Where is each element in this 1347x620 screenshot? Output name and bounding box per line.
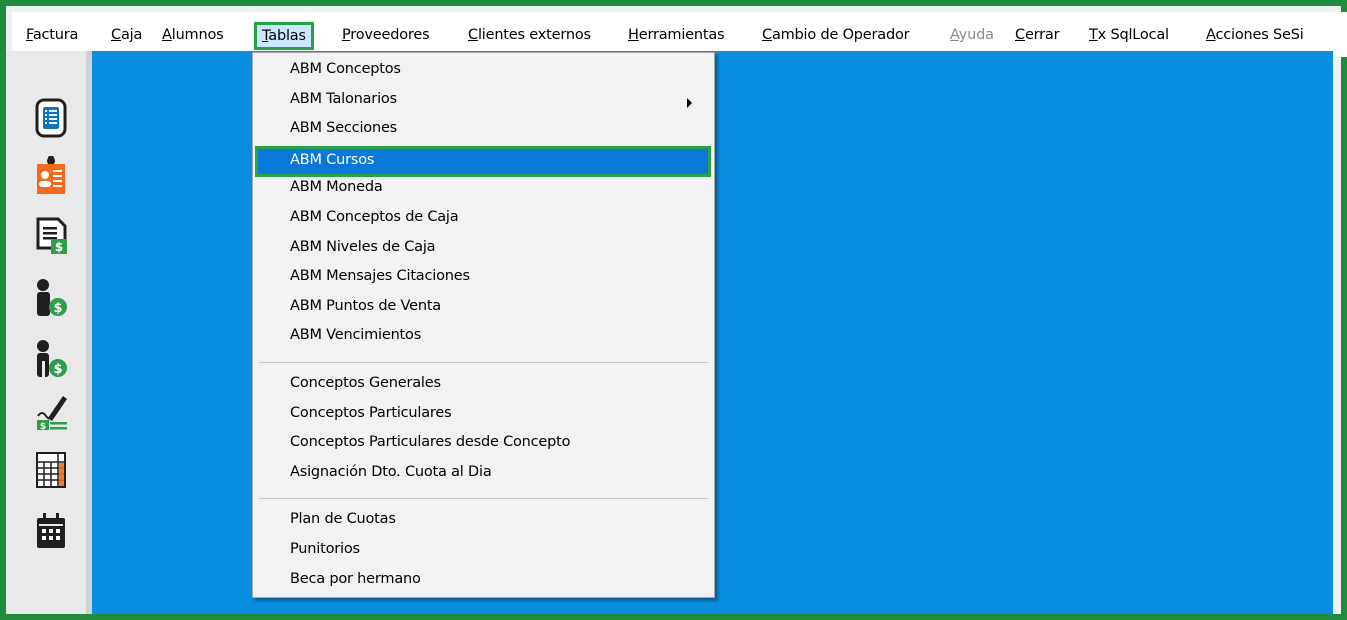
menu-item-conceptos-particulares-desde-concepto[interactable]: Conceptos Particulares desde Concepto	[253, 431, 714, 459]
menu-item-asignacion-dto-cuota-al-dia[interactable]: Asignación Dto. Cuota al Dia	[253, 461, 714, 489]
toolbar-sidebar: $ $ $ $	[6, 51, 86, 614]
menu-item-label: ABM Puntos de Venta	[290, 297, 441, 314]
menu-item-label: ABM Talonarios	[290, 90, 397, 107]
menu-item-label: ABM Conceptos de Caja	[290, 209, 459, 225]
menu-item-abm-conceptos-de-caja[interactable]: ABM Conceptos de Caja	[253, 206, 714, 234]
menu-item-label: ABM Mensajes Citaciones	[290, 268, 470, 285]
menu-accesskey: H	[628, 27, 639, 43]
menu-label: roveedores	[350, 27, 430, 43]
menu-caja[interactable]: Caja	[111, 23, 142, 47]
menu-item-label: Asignación Dto. Cuota al Dia	[290, 463, 492, 480]
menu-alumnos[interactable]: Alumnos	[162, 23, 224, 47]
menu-label: x SqlLocal	[1097, 27, 1169, 43]
menu-acciones-sesi[interactable]: Acciones SeSi	[1206, 23, 1304, 47]
menu-item-abm-moneda[interactable]: ABM Moneda	[253, 176, 714, 204]
menu-label: erramientas	[638, 27, 725, 43]
menu-item-abm-cursos[interactable]: ABM Cursos	[255, 145, 711, 177]
menu-item-label: ABM Secciones	[290, 120, 398, 137]
menu-label: ablas	[268, 28, 306, 44]
menu-accesskey: A	[950, 27, 959, 43]
menu-item-abm-vencimientos[interactable]: ABM Vencimientos	[253, 324, 714, 352]
menu-accesskey: T	[1089, 27, 1098, 43]
menu-accesskey: F	[26, 27, 33, 43]
menu-factura[interactable]: Factura	[26, 23, 78, 47]
svg-text:$: $	[55, 240, 63, 254]
menu-accesskey: C	[1015, 27, 1025, 43]
document-list-icon[interactable]	[33, 97, 69, 139]
menu-item-abm-conceptos[interactable]: ABM Conceptos	[253, 58, 714, 86]
menu-item-conceptos-generales[interactable]: Conceptos Generales	[253, 372, 714, 400]
menu-label: lientes externos	[477, 27, 591, 43]
svg-text:$: $	[53, 301, 62, 316]
menu-ayuda[interactable]: Ayuda	[950, 23, 994, 47]
menu-separator	[259, 362, 708, 363]
menu-proveedores[interactable]: Proveedores	[342, 23, 430, 47]
menu-cerrar[interactable]: Cerrar	[1015, 23, 1060, 47]
menu-item-conceptos-particulares[interactable]: Conceptos Particulares	[253, 402, 714, 430]
menu-label: actura	[32, 27, 79, 43]
menu-accesskey: C	[762, 27, 772, 43]
menu-herramientas[interactable]: Herramientas	[628, 23, 725, 47]
menu-label: yuda	[958, 27, 994, 43]
calendar-icon[interactable]	[33, 509, 69, 551]
svg-text:$: $	[40, 422, 46, 432]
menu-cambio-de-operador[interactable]: Cambio de Operador	[762, 23, 910, 47]
svg-text:$: $	[53, 362, 62, 377]
menu-accesskey: A	[162, 27, 172, 43]
menu-label: aja	[120, 27, 143, 43]
menu-item-label: Conceptos Particulares desde Concepto	[290, 434, 571, 451]
menu-item-abm-secciones[interactable]: ABM Secciones	[253, 117, 714, 145]
person-dollar-icon[interactable]: $	[33, 276, 69, 318]
submenu-arrow-icon	[687, 97, 692, 108]
menu-label: lumnos	[171, 27, 224, 43]
menu-item-abm-niveles-de-caja[interactable]: ABM Niveles de Caja	[253, 236, 714, 264]
menu-item-label: Punitorios	[290, 541, 360, 557]
menu-item-label: ABM Conceptos	[290, 61, 401, 77]
menu-accesskey: C	[468, 27, 478, 43]
menu-item-label: Beca por hermano	[290, 570, 421, 587]
menu-item-abm-puntos-de-venta[interactable]: ABM Puntos de Venta	[253, 295, 714, 323]
menu-item-punitorios[interactable]: Punitorios	[253, 538, 714, 566]
calculator-icon[interactable]	[33, 449, 69, 491]
menu-item-label: Plan de Cuotas	[290, 511, 396, 528]
menu-item-beca-por-hermano[interactable]: Beca por hermano	[253, 568, 714, 596]
student-badge-icon[interactable]	[33, 154, 69, 196]
tablas-dropdown-menu: ABM Conceptos ABM Talonarios ABM Secciones…	[252, 52, 715, 598]
menu-item-label: ABM Cursos	[290, 151, 375, 168]
menu-item-label: ABM Niveles de Caja	[290, 238, 436, 255]
menu-label: ambio de Operador	[771, 27, 910, 43]
menu-item-plan-de-cuotas[interactable]: Plan de Cuotas	[253, 508, 714, 536]
menu-label: cciones SeSi	[1215, 27, 1304, 43]
menu-item-label: Conceptos Particulares	[290, 404, 452, 421]
menu-label: errar	[1024, 27, 1060, 43]
menu-item-abm-mensajes-citaciones[interactable]: ABM Mensajes Citaciones	[253, 265, 714, 293]
signature-check-icon[interactable]: $	[33, 391, 69, 433]
menu-item-label: Conceptos Generales	[290, 375, 441, 391]
menu-item-abm-talonarios[interactable]: ABM Talonarios	[253, 88, 714, 116]
menu-tx-sqllocal[interactable]: Tx SqlLocal	[1089, 23, 1169, 47]
invoice-dollar-icon[interactable]: $	[33, 214, 69, 256]
people-dollar-icon[interactable]: $	[33, 337, 69, 379]
menu-tablas[interactable]: Tablas	[254, 22, 314, 50]
menu-item-label: ABM Vencimientos	[290, 327, 422, 344]
menu-separator	[259, 498, 708, 500]
menu-clientes-externos[interactable]: Clientes externos	[468, 23, 591, 47]
menu-accesskey: C	[111, 27, 121, 43]
menu-item-label: ABM Moneda	[290, 179, 383, 196]
